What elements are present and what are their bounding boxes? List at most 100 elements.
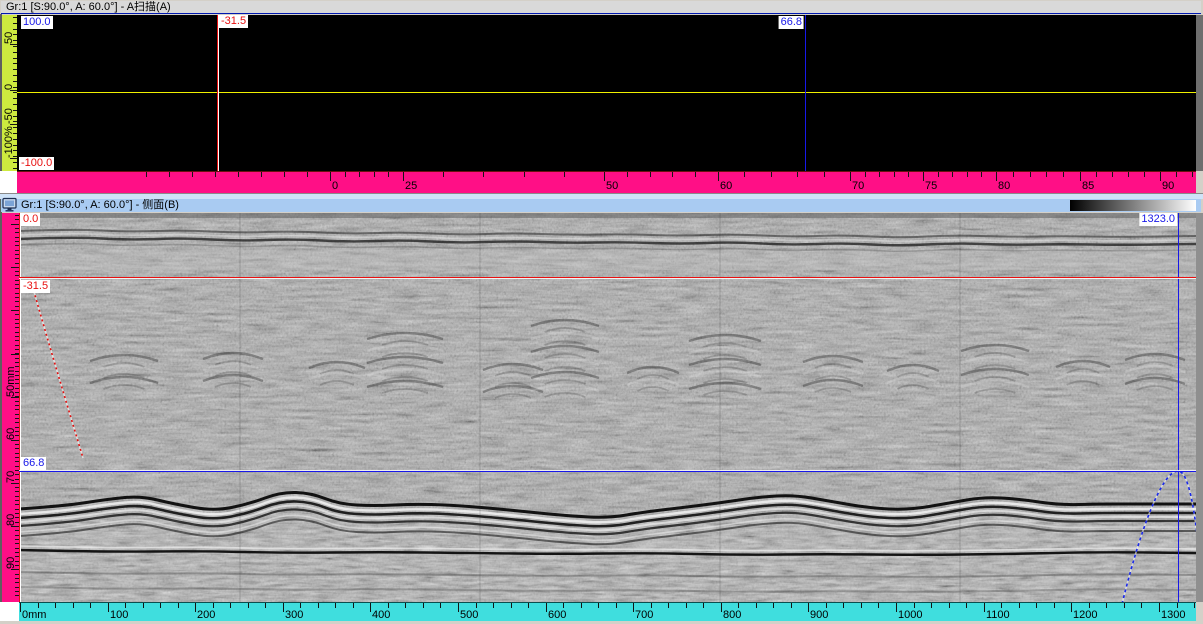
ruler-tick	[791, 603, 792, 608]
ruler-tick	[824, 172, 825, 177]
ruler-tick	[966, 603, 967, 608]
ruler-label: 70	[852, 180, 864, 192]
ruler-tick	[1030, 172, 1031, 177]
ruler-tick	[908, 172, 909, 177]
bscan-title-bar[interactable]: Gr:1 [S:90.0°, A: 60.0°] - 侧面(B)	[1, 199, 1201, 212]
ruler-tick	[1096, 172, 1097, 177]
ruler-tick	[458, 603, 459, 612]
ruler-tick	[1080, 172, 1081, 181]
ruler-tick	[771, 172, 772, 177]
ruler-tick	[55, 603, 56, 608]
ruler-tick	[388, 172, 389, 177]
ruler-tick	[1176, 172, 1177, 177]
ruler-label: 1200	[1073, 609, 1097, 621]
ruler-tick	[511, 603, 512, 608]
ruler-tick	[528, 603, 529, 608]
ruler-tick	[695, 172, 696, 177]
ruler-tick	[125, 603, 126, 608]
ruler-tick	[616, 603, 617, 608]
ruler-tick	[11, 569, 19, 570]
ruler-tick	[1054, 603, 1055, 608]
ruler-tick	[192, 172, 193, 177]
ruler-tick	[1128, 172, 1129, 177]
ruler-tick	[896, 603, 897, 612]
ruler-tick	[265, 603, 266, 608]
ruler-label: 800	[723, 609, 741, 621]
ruler-tick	[108, 603, 109, 612]
ruler-label: 85	[1082, 180, 1094, 192]
bscan-red-scan-cursor[interactable]	[19, 213, 21, 602]
bscan-scan-ruler[interactable]: 0mm1002003004005006007008009001000110012…	[19, 602, 1196, 621]
ruler-tick	[738, 603, 739, 608]
ruler-tick	[1141, 603, 1142, 608]
ruler-tick	[1144, 172, 1145, 177]
bscan-view[interactable]	[19, 213, 1196, 602]
ruler-tick	[861, 603, 862, 608]
amplitude-max-value: 100.0	[21, 16, 53, 29]
ruler-tick	[11, 267, 19, 268]
ruler-label: 1300	[1161, 609, 1185, 621]
ruler-tick	[283, 603, 284, 612]
ruler-tick	[718, 172, 719, 181]
ruler-tick	[931, 603, 932, 608]
ruler-label: 0mm	[22, 609, 46, 621]
ruler-label: 75	[925, 180, 937, 192]
ruler-label: 400	[372, 609, 390, 621]
ruler-tick	[598, 603, 599, 608]
ruler-tick	[374, 172, 375, 177]
ruler-tick	[443, 172, 444, 177]
ascan-red-depth-cursor[interactable]	[217, 15, 219, 171]
ruler-tick	[90, 603, 91, 608]
ruler-label: 200	[197, 609, 215, 621]
bscan-blue-gate-line[interactable]	[19, 470, 1196, 472]
ruler-tick	[967, 172, 968, 177]
ruler-tick	[11, 397, 19, 398]
amplitude-scale[interactable]: 500-50-100%	[2, 15, 17, 171]
ruler-tick	[423, 603, 424, 608]
ruler-tick	[146, 172, 147, 177]
ruler-tick	[524, 172, 525, 177]
ruler-tick	[996, 172, 997, 181]
ruler-tick	[843, 603, 844, 608]
ruler-tick	[20, 603, 21, 612]
ruler-label: 50mm	[5, 366, 17, 397]
bscan-depth-ruler[interactable]: 50mm60708090	[2, 213, 19, 602]
ruler-tick	[195, 603, 196, 612]
bscan-blue-scan-cursor[interactable]	[1178, 213, 1179, 602]
ruler-tick	[1112, 172, 1113, 177]
ruler-tick	[1124, 603, 1125, 608]
ruler-tick	[1194, 603, 1195, 608]
ruler-tick	[213, 603, 214, 608]
ruler-tick	[808, 603, 809, 612]
ruler-label: 1100	[986, 609, 1010, 621]
ascan-blue-depth-cursor[interactable]	[805, 15, 806, 171]
ruler-tick	[10, 90, 17, 91]
ruler-tick	[1177, 603, 1178, 608]
ruler-tick	[627, 172, 628, 177]
ruler-tick	[850, 172, 851, 181]
ascan-depth-ruler[interactable]: 02550607075808590	[17, 171, 1196, 193]
ascan-title-bar[interactable]: Gr:1 [S:90.0°, A: 60.0°] - A扫描(A)	[1, 1, 1201, 14]
ruler-tick	[952, 172, 953, 177]
ruler-tick	[879, 172, 880, 177]
ruler-tick	[826, 603, 827, 608]
red-gate-value: -31.5	[21, 280, 50, 293]
ruler-label: 500	[460, 609, 478, 621]
ascan-view[interactable]	[17, 15, 1196, 171]
ascan-right-margin	[1196, 15, 1203, 171]
ruler-label: 80	[998, 180, 1010, 192]
ruler-tick	[756, 603, 757, 608]
ruler-tick	[11, 483, 19, 484]
ruler-tick	[300, 603, 301, 608]
ruler-label: 25	[405, 180, 417, 192]
ruler-tick	[650, 172, 651, 177]
ruler-tick	[169, 172, 170, 177]
ruler-tick	[493, 603, 494, 608]
ruler-tick	[11, 526, 19, 527]
bscan-red-gate-line[interactable]	[19, 277, 1196, 279]
ruler-tick	[564, 172, 565, 177]
ruler-tick	[1192, 172, 1193, 177]
ruler-tick	[1106, 603, 1107, 608]
ruler-tick	[865, 172, 866, 177]
ruler-label: -50	[3, 108, 15, 124]
